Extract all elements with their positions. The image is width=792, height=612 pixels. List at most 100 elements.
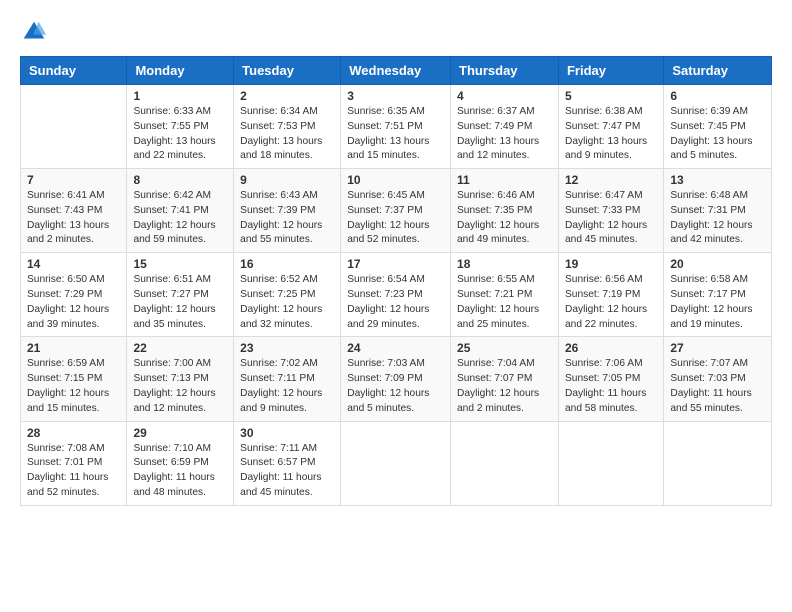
calendar-cell: 6 Sunrise: 6:39 AMSunset: 7:45 PMDaylight… xyxy=(664,85,772,169)
calendar-header-friday: Friday xyxy=(558,57,663,85)
calendar-week-row: 1 Sunrise: 6:33 AMSunset: 7:55 PMDaylight… xyxy=(21,85,772,169)
calendar-cell: 14 Sunrise: 6:50 AMSunset: 7:29 PMDayligh… xyxy=(21,253,127,337)
calendar-header-tuesday: Tuesday xyxy=(234,57,341,85)
day-number: 12 xyxy=(565,173,657,187)
day-number: 6 xyxy=(670,89,765,103)
calendar-cell: 28 Sunrise: 7:08 AMSunset: 7:01 PMDayligh… xyxy=(21,421,127,505)
day-number: 27 xyxy=(670,341,765,355)
calendar-header-wednesday: Wednesday xyxy=(341,57,451,85)
day-info: Sunrise: 7:02 AMSunset: 7:11 PMDaylight:… xyxy=(240,357,334,416)
calendar-cell: 5 Sunrise: 6:38 AMSunset: 7:47 PMDaylight… xyxy=(558,85,663,169)
logo xyxy=(20,18,52,46)
day-info: Sunrise: 6:35 AMSunset: 7:51 PMDaylight:… xyxy=(347,105,444,164)
day-number: 25 xyxy=(457,341,552,355)
calendar-header-monday: Monday xyxy=(127,57,234,85)
day-info: Sunrise: 6:39 AMSunset: 7:45 PMDaylight:… xyxy=(670,105,765,164)
calendar-cell: 10 Sunrise: 6:45 AMSunset: 7:37 PMDayligh… xyxy=(341,169,451,253)
day-info: Sunrise: 6:34 AMSunset: 7:53 PMDaylight:… xyxy=(240,105,334,164)
calendar-header-saturday: Saturday xyxy=(664,57,772,85)
day-info: Sunrise: 6:48 AMSunset: 7:31 PMDaylight:… xyxy=(670,189,765,248)
calendar-cell: 3 Sunrise: 6:35 AMSunset: 7:51 PMDaylight… xyxy=(341,85,451,169)
day-number: 15 xyxy=(133,257,227,271)
calendar-cell: 7 Sunrise: 6:41 AMSunset: 7:43 PMDaylight… xyxy=(21,169,127,253)
calendar-cell xyxy=(451,421,559,505)
day-number: 19 xyxy=(565,257,657,271)
day-info: Sunrise: 6:55 AMSunset: 7:21 PMDaylight:… xyxy=(457,273,552,332)
calendar-cell: 1 Sunrise: 6:33 AMSunset: 7:55 PMDaylight… xyxy=(127,85,234,169)
day-number: 5 xyxy=(565,89,657,103)
calendar-cell: 17 Sunrise: 6:54 AMSunset: 7:23 PMDayligh… xyxy=(341,253,451,337)
day-info: Sunrise: 7:00 AMSunset: 7:13 PMDaylight:… xyxy=(133,357,227,416)
day-info: Sunrise: 6:51 AMSunset: 7:27 PMDaylight:… xyxy=(133,273,227,332)
day-number: 21 xyxy=(27,341,120,355)
calendar-cell: 23 Sunrise: 7:02 AMSunset: 7:11 PMDayligh… xyxy=(234,337,341,421)
calendar-cell: 2 Sunrise: 6:34 AMSunset: 7:53 PMDaylight… xyxy=(234,85,341,169)
calendar-week-row: 28 Sunrise: 7:08 AMSunset: 7:01 PMDayligh… xyxy=(21,421,772,505)
calendar-cell: 18 Sunrise: 6:55 AMSunset: 7:21 PMDayligh… xyxy=(451,253,559,337)
day-info: Sunrise: 6:45 AMSunset: 7:37 PMDaylight:… xyxy=(347,189,444,248)
day-number: 7 xyxy=(27,173,120,187)
day-info: Sunrise: 6:54 AMSunset: 7:23 PMDaylight:… xyxy=(347,273,444,332)
day-number: 9 xyxy=(240,173,334,187)
day-info: Sunrise: 6:41 AMSunset: 7:43 PMDaylight:… xyxy=(27,189,120,248)
day-number: 18 xyxy=(457,257,552,271)
day-number: 8 xyxy=(133,173,227,187)
calendar-cell: 19 Sunrise: 6:56 AMSunset: 7:19 PMDayligh… xyxy=(558,253,663,337)
day-info: Sunrise: 6:46 AMSunset: 7:35 PMDaylight:… xyxy=(457,189,552,248)
calendar-cell: 13Sunrise: 6:48 AMSunset: 7:31 PMDayligh… xyxy=(664,169,772,253)
calendar-cell: 26 Sunrise: 7:06 AMSunset: 7:05 PMDayligh… xyxy=(558,337,663,421)
day-info: Sunrise: 6:47 AMSunset: 7:33 PMDaylight:… xyxy=(565,189,657,248)
day-info: Sunrise: 7:07 AMSunset: 7:03 PMDaylight:… xyxy=(670,357,765,416)
day-info: Sunrise: 6:38 AMSunset: 7:47 PMDaylight:… xyxy=(565,105,657,164)
day-number: 3 xyxy=(347,89,444,103)
day-number: 24 xyxy=(347,341,444,355)
day-number: 4 xyxy=(457,89,552,103)
day-number: 20 xyxy=(670,257,765,271)
day-info: Sunrise: 7:08 AMSunset: 7:01 PMDaylight:… xyxy=(27,442,120,501)
day-number: 1 xyxy=(133,89,227,103)
calendar-cell: 22 Sunrise: 7:00 AMSunset: 7:13 PMDayligh… xyxy=(127,337,234,421)
calendar-cell: 4 Sunrise: 6:37 AMSunset: 7:49 PMDaylight… xyxy=(451,85,559,169)
day-info: Sunrise: 7:11 AMSunset: 6:57 PMDaylight:… xyxy=(240,442,334,501)
day-number: 28 xyxy=(27,426,120,440)
day-info: Sunrise: 6:33 AMSunset: 7:55 PMDaylight:… xyxy=(133,105,227,164)
calendar-week-row: 14 Sunrise: 6:50 AMSunset: 7:29 PMDayligh… xyxy=(21,253,772,337)
day-number: 2 xyxy=(240,89,334,103)
calendar-cell: 11 Sunrise: 6:46 AMSunset: 7:35 PMDayligh… xyxy=(451,169,559,253)
day-number: 22 xyxy=(133,341,227,355)
day-number: 26 xyxy=(565,341,657,355)
header xyxy=(20,18,772,46)
calendar-cell: 20 Sunrise: 6:58 AMSunset: 7:17 PMDayligh… xyxy=(664,253,772,337)
day-info: Sunrise: 7:04 AMSunset: 7:07 PMDaylight:… xyxy=(457,357,552,416)
day-info: Sunrise: 6:52 AMSunset: 7:25 PMDaylight:… xyxy=(240,273,334,332)
calendar-cell: 15 Sunrise: 6:51 AMSunset: 7:27 PMDayligh… xyxy=(127,253,234,337)
page: SundayMondayTuesdayWednesdayThursdayFrid… xyxy=(0,0,792,612)
day-number: 17 xyxy=(347,257,444,271)
day-number: 10 xyxy=(347,173,444,187)
calendar-cell: 16Sunrise: 6:52 AMSunset: 7:25 PMDayligh… xyxy=(234,253,341,337)
day-info: Sunrise: 6:37 AMSunset: 7:49 PMDaylight:… xyxy=(457,105,552,164)
calendar-header-thursday: Thursday xyxy=(451,57,559,85)
day-number: 11 xyxy=(457,173,552,187)
calendar-cell: 21 Sunrise: 6:59 AMSunset: 7:15 PMDayligh… xyxy=(21,337,127,421)
day-number: 29 xyxy=(133,426,227,440)
calendar-week-row: 21 Sunrise: 6:59 AMSunset: 7:15 PMDayligh… xyxy=(21,337,772,421)
day-info: Sunrise: 7:10 AMSunset: 6:59 PMDaylight:… xyxy=(133,442,227,501)
day-info: Sunrise: 6:42 AMSunset: 7:41 PMDaylight:… xyxy=(133,189,227,248)
day-number: 14 xyxy=(27,257,120,271)
day-number: 23 xyxy=(240,341,334,355)
calendar-header-row: SundayMondayTuesdayWednesdayThursdayFrid… xyxy=(21,57,772,85)
calendar-cell: 8 Sunrise: 6:42 AMSunset: 7:41 PMDaylight… xyxy=(127,169,234,253)
day-info: Sunrise: 6:56 AMSunset: 7:19 PMDaylight:… xyxy=(565,273,657,332)
calendar-cell: 12 Sunrise: 6:47 AMSunset: 7:33 PMDayligh… xyxy=(558,169,663,253)
day-info: Sunrise: 6:50 AMSunset: 7:29 PMDaylight:… xyxy=(27,273,120,332)
calendar-cell xyxy=(21,85,127,169)
calendar-cell xyxy=(558,421,663,505)
logo-icon xyxy=(20,18,48,46)
day-info: Sunrise: 6:59 AMSunset: 7:15 PMDaylight:… xyxy=(27,357,120,416)
day-info: Sunrise: 7:06 AMSunset: 7:05 PMDaylight:… xyxy=(565,357,657,416)
calendar-header-sunday: Sunday xyxy=(21,57,127,85)
calendar-cell: 29 Sunrise: 7:10 AMSunset: 6:59 PMDayligh… xyxy=(127,421,234,505)
calendar-cell xyxy=(341,421,451,505)
day-info: Sunrise: 6:58 AMSunset: 7:17 PMDaylight:… xyxy=(670,273,765,332)
